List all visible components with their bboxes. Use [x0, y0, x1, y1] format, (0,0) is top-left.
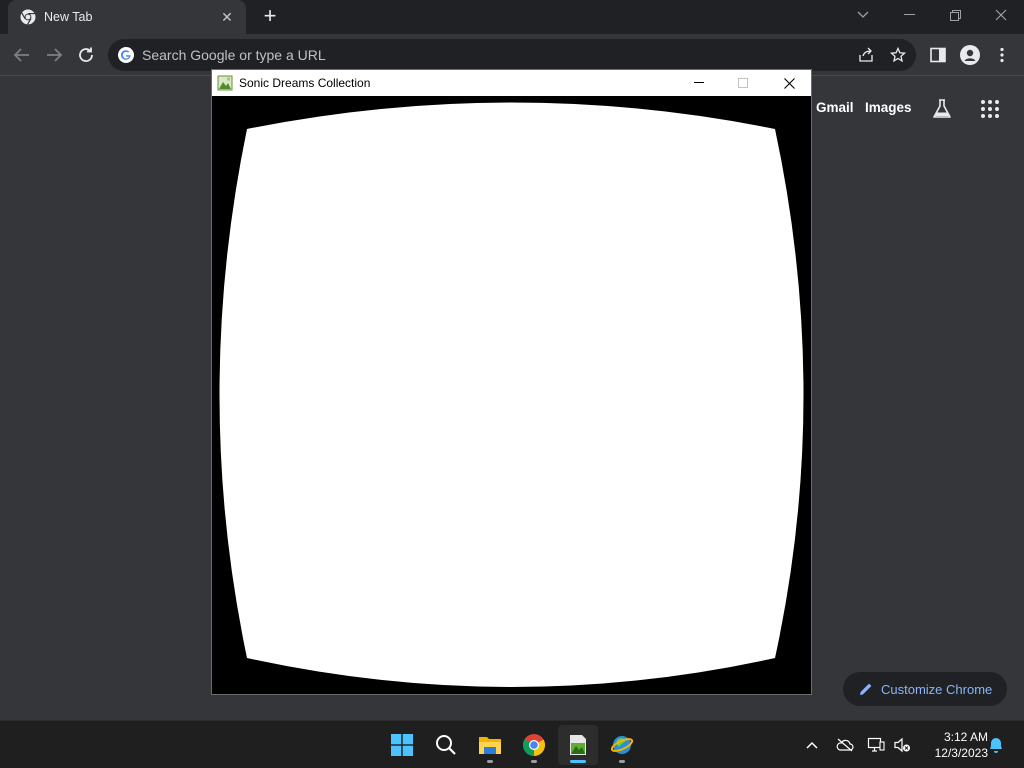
window-maximize-button[interactable]: [720, 70, 766, 96]
reload-button[interactable]: [74, 43, 98, 67]
taskbar-search-button[interactable]: [426, 725, 466, 765]
taskbar-chrome[interactable]: [514, 725, 554, 765]
images-link[interactable]: Images: [865, 100, 912, 115]
window-close-button[interactable]: [766, 70, 812, 96]
window-title: Sonic Dreams Collection: [239, 76, 371, 90]
customize-chrome-label: Customize Chrome: [881, 681, 993, 697]
forward-arrow-icon: [47, 48, 63, 62]
side-panel-icon: [930, 47, 946, 63]
reload-icon: [79, 47, 93, 62]
omnibox-input[interactable]: [142, 47, 916, 63]
bookmark-star-icon[interactable]: [888, 45, 908, 65]
running-indicator: [531, 760, 537, 763]
running-indicator: [487, 760, 493, 763]
game-app-icon: [217, 75, 233, 91]
chrome-icon: [523, 734, 545, 756]
minimize-button[interactable]: [886, 0, 932, 30]
taskbar-file-explorer[interactable]: [470, 725, 510, 765]
taskbar: 3:12 AM 12/3/2023: [0, 720, 1024, 768]
share-icon[interactable]: [856, 45, 876, 65]
search-icon: [436, 735, 456, 755]
running-indicator: [619, 760, 625, 763]
window-titlebar[interactable]: Sonic Dreams Collection: [212, 70, 811, 96]
omnibox[interactable]: [108, 39, 916, 71]
start-button[interactable]: [382, 725, 422, 765]
system-clock[interactable]: 3:12 AM 12/3/2023: [918, 729, 988, 761]
game-canvas[interactable]: [212, 96, 811, 694]
game-icon: [570, 735, 586, 755]
notification-bell-icon[interactable]: [986, 735, 1006, 755]
windows-icon: [391, 734, 413, 756]
taskbar-app-6[interactable]: [602, 725, 642, 765]
restore-button[interactable]: [932, 0, 978, 30]
side-panel-button[interactable]: [926, 43, 950, 67]
kebab-menu-icon: [1000, 47, 1004, 63]
volume-muted-icon[interactable]: [892, 735, 912, 755]
new-tab-button[interactable]: +: [258, 5, 282, 29]
menu-button[interactable]: [990, 43, 1014, 67]
profile-icon: [960, 45, 980, 65]
google-apps-icon[interactable]: [977, 96, 1003, 122]
google-icon: [118, 47, 134, 63]
onedrive-offline-icon[interactable]: [835, 735, 855, 755]
clock-time: 3:12 AM: [943, 730, 988, 744]
tab-close-icon[interactable]: ✕: [218, 8, 236, 26]
tab-new-tab[interactable]: New Tab ✕: [8, 0, 246, 34]
tab-strip: New Tab ✕ +: [0, 0, 1024, 34]
forward-button[interactable]: [42, 43, 66, 67]
tab-search-icon[interactable]: [840, 0, 886, 30]
warped-white-screen: [219, 102, 804, 687]
folder-icon: [479, 737, 501, 754]
pencil-icon: [860, 683, 872, 695]
taskbar-sonic-dreams[interactable]: [558, 725, 598, 765]
clock-date: 12/3/2023: [934, 746, 988, 760]
chrome-icon: [20, 9, 36, 25]
gmail-link[interactable]: Gmail: [816, 100, 854, 115]
globe-icon: [610, 736, 634, 754]
tab-title: New Tab: [44, 10, 93, 24]
sonic-dreams-window: Sonic Dreams Collection: [211, 69, 812, 695]
back-arrow-icon: [13, 48, 29, 62]
window-minimize-button[interactable]: [676, 70, 722, 96]
tray-overflow-icon[interactable]: [802, 735, 822, 755]
active-indicator: [570, 760, 586, 763]
labs-flask-icon[interactable]: [929, 96, 955, 122]
close-button[interactable]: [978, 0, 1024, 30]
profile-button[interactable]: [958, 43, 982, 67]
back-button[interactable]: [10, 43, 34, 67]
network-icon[interactable]: [866, 735, 886, 755]
customize-chrome-button[interactable]: Customize Chrome: [843, 672, 1007, 706]
